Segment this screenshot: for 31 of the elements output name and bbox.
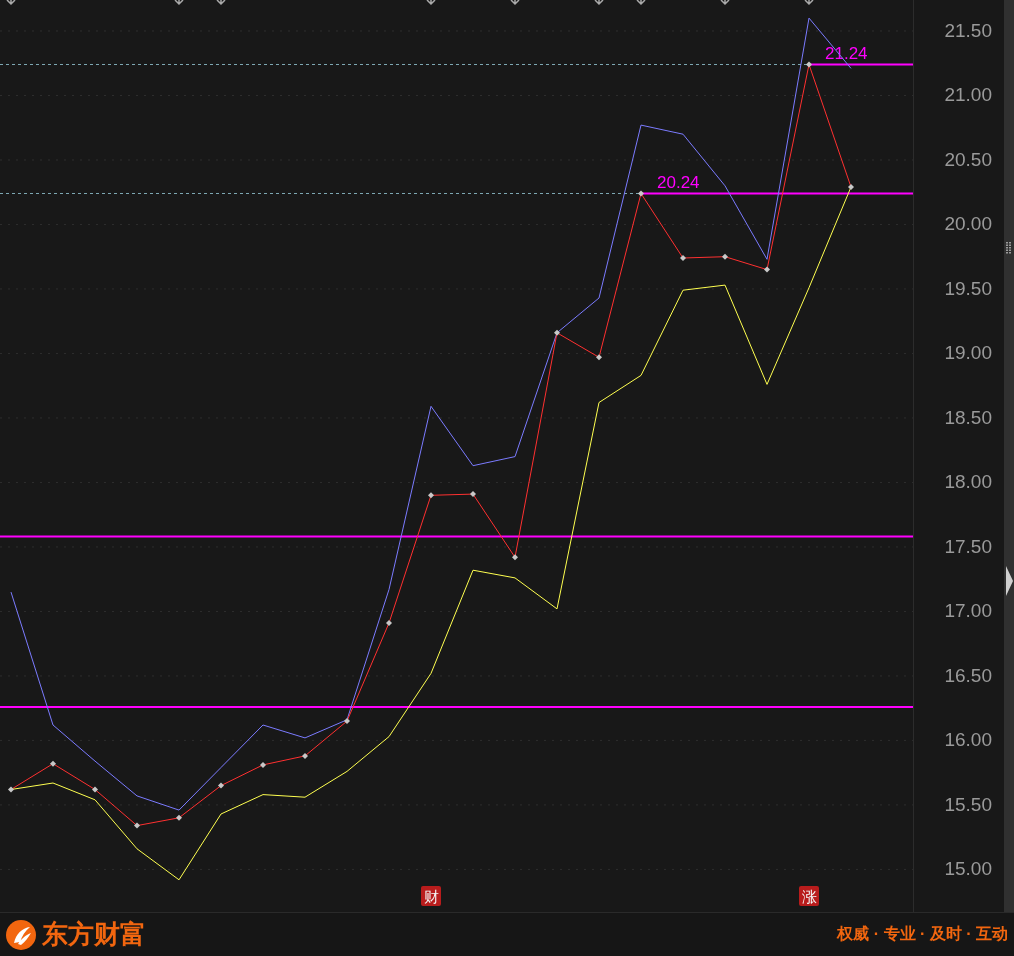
axis-label: 15.00 [944, 858, 992, 881]
event-tick-icon[interactable] [804, 0, 814, 6]
event-tick-icon[interactable] [636, 0, 646, 6]
event-tick-icon[interactable] [720, 0, 730, 6]
event-tick-icon[interactable] [174, 0, 184, 6]
price-label: 20.24 [657, 173, 700, 193]
axis-label: 20.00 [944, 213, 992, 236]
axis-label: 19.00 [944, 342, 992, 365]
axis-label: 17.00 [944, 600, 992, 623]
event-tick-icon[interactable] [6, 0, 16, 6]
axis-label: 21.50 [944, 19, 992, 42]
slogan: 权威 · 专业 · 及时 · 互动 [837, 924, 1008, 944]
axis-label: 15.50 [944, 793, 992, 816]
event-tick-icon[interactable] [594, 0, 604, 6]
logo-icon [6, 919, 36, 950]
event-badge[interactable]: 财 [421, 886, 441, 906]
event-tick-icon[interactable] [426, 0, 436, 6]
event-tick-icon[interactable] [510, 0, 520, 6]
grip-icon[interactable] [1006, 242, 1012, 254]
axis-label: 16.00 [944, 729, 992, 752]
axis-label: 18.50 [944, 406, 992, 429]
axis-label: 20.50 [944, 148, 992, 171]
event-badge[interactable]: 涨 [799, 886, 819, 906]
axis-label: 21.00 [944, 84, 992, 107]
axis-label: 16.50 [944, 664, 992, 687]
axis-label: 19.50 [944, 277, 992, 300]
expand-arrow-icon[interactable] [1005, 566, 1013, 596]
axis-label: 17.50 [944, 535, 992, 558]
event-tick-icon[interactable] [216, 0, 226, 6]
brand-name: 东方财富 [42, 918, 146, 951]
axis-label: 18.00 [944, 471, 992, 494]
